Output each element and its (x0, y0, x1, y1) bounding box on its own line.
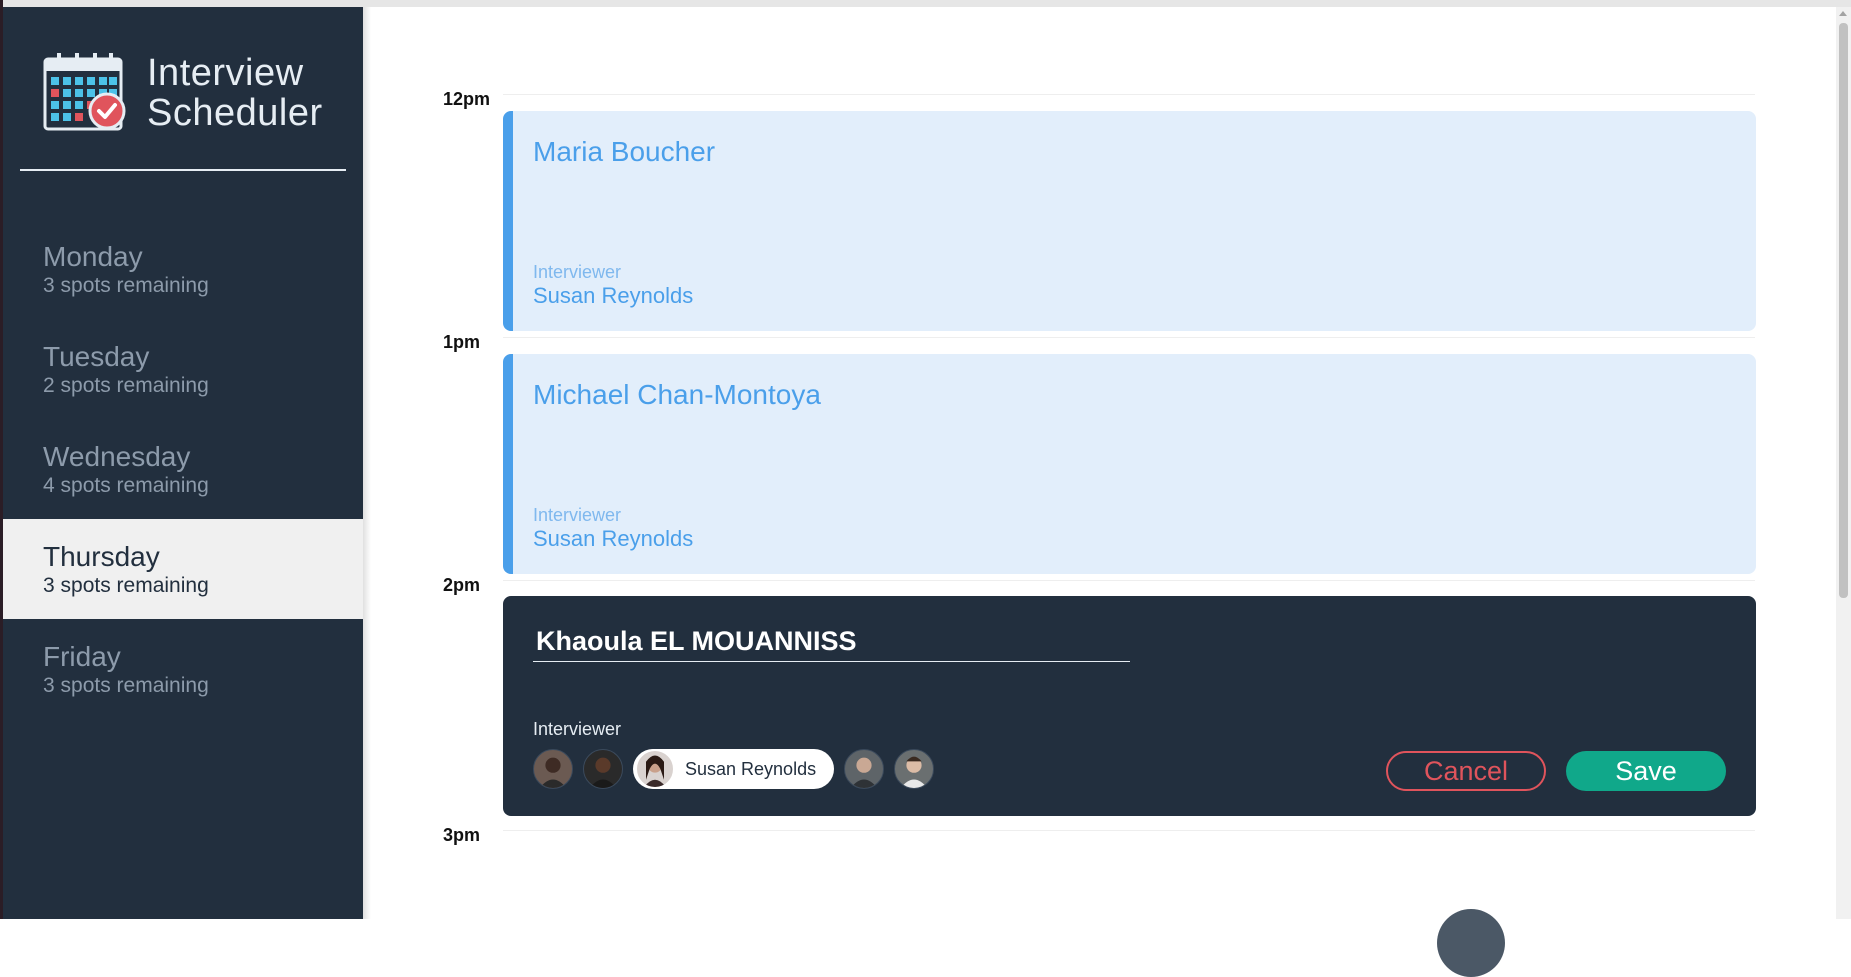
scrollbar[interactable] (1836, 7, 1851, 919)
time-divider (503, 337, 1755, 338)
interviewer-label: Interviewer (533, 719, 622, 739)
day-name: Monday (43, 241, 143, 272)
cancel-button[interactable]: Cancel (1386, 751, 1546, 791)
interviewer-avatar (635, 749, 675, 789)
interviewer-avatar[interactable] (844, 749, 885, 789)
day-item-tuesday[interactable]: Tuesday 2 spots remaining (3, 319, 363, 419)
day-item-friday[interactable]: Friday 3 spots remaining (3, 619, 363, 719)
day-spots: 3 spots remaining (43, 574, 209, 597)
avatar-icon (900, 756, 928, 788)
time-divider (503, 94, 1755, 95)
time-divider (503, 580, 1755, 581)
day-item-wednesday[interactable]: Wednesday 4 spots remaining (3, 419, 363, 519)
interviewer-list: Susan Reynolds (533, 748, 944, 790)
scroll-thumb[interactable] (1839, 23, 1848, 598)
avatar-icon (539, 757, 567, 788)
day-name: Thursday (43, 541, 160, 572)
interviewer-label: Interviewer (533, 505, 622, 525)
avatar-icon (589, 757, 617, 788)
save-button[interactable]: Save (1566, 751, 1726, 791)
appointment-form: Interviewer Susan Reynolds (503, 596, 1756, 816)
day-spots: 2 spots remaining (43, 374, 209, 397)
time-label: 12pm (443, 89, 491, 109)
interviewer-selected[interactable]: Susan Reynolds (633, 749, 835, 789)
day-list: Monday 3 spots remaining Tuesday 2 spots… (3, 219, 363, 719)
time-divider (503, 830, 1755, 831)
interviewer-avatar[interactable] (894, 749, 935, 789)
day-spots: 3 spots remaining (43, 674, 209, 697)
app-title-line2: Scheduler (147, 92, 323, 134)
day-name: Tuesday (43, 341, 150, 372)
appointment-card[interactable]: Maria Boucher Interviewer Susan Reynolds (503, 111, 1756, 331)
day-item-thursday[interactable]: Thursday 3 spots remaining (3, 519, 363, 619)
interviewer-name: Susan Reynolds (533, 526, 694, 551)
selected-interviewer-name: Susan Reynolds (685, 759, 817, 779)
student-name: Michael Chan-Montoya (533, 379, 821, 410)
avatar-icon (644, 755, 666, 787)
day-name: Wednesday (43, 441, 191, 472)
interviewer-label: Interviewer (533, 262, 622, 282)
appointment-card[interactable]: Michael Chan-Montoya Interviewer Susan R… (503, 354, 1756, 574)
add-appointment-button[interactable] (1437, 909, 1505, 977)
sidebar-shadow (363, 7, 371, 919)
sidebar: Interview Scheduler Monday 3 spots remai… (3, 7, 363, 919)
calendar-check-icon (43, 53, 126, 131)
sidebar-divider (20, 169, 346, 171)
time-label: 3pm (443, 825, 481, 845)
student-name-input[interactable] (533, 622, 1130, 662)
student-name: Maria Boucher (533, 136, 716, 167)
app-title-line1: Interview (147, 52, 304, 94)
app-title: Interview Scheduler (147, 53, 323, 133)
interviewer-name: Susan Reynolds (533, 283, 694, 308)
interviewer-avatar[interactable] (533, 749, 573, 789)
time-label: 1pm (443, 332, 481, 352)
schedule: 12pm Maria Boucher Interviewer Susan Rey… (371, 7, 1836, 977)
day-spots: 4 spots remaining (43, 474, 209, 497)
avatar-icon (850, 757, 878, 788)
day-item-monday[interactable]: Monday 3 spots remaining (3, 219, 363, 319)
day-spots: 3 spots remaining (43, 274, 209, 297)
interviewer-avatar[interactable] (583, 749, 623, 789)
scroll-up-arrow-icon[interactable] (1839, 11, 1847, 16)
day-name: Friday (43, 641, 121, 672)
time-label: 2pm (443, 575, 481, 595)
